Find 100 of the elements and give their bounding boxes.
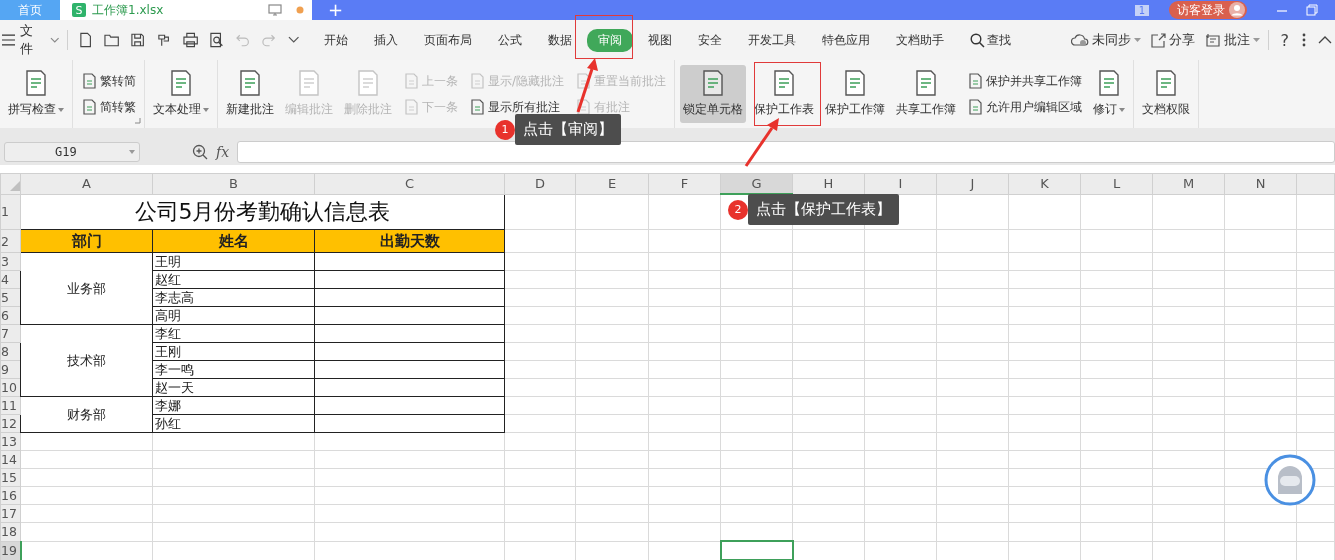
zoom-icon[interactable] xyxy=(192,143,208,160)
cloud-icon xyxy=(1070,33,1089,47)
file-menu[interactable]: 文件 xyxy=(20,22,46,58)
document-icon xyxy=(469,73,485,89)
column-header[interactable]: B xyxy=(152,173,315,194)
table-cell: 赵红 xyxy=(152,270,315,289)
column-header[interactable]: I xyxy=(864,173,937,194)
share-button[interactable]: 分享 xyxy=(1150,31,1195,49)
sync-button[interactable]: 未同步 xyxy=(1070,31,1141,49)
menu-icon[interactable] xyxy=(2,34,16,46)
format-painter-icon[interactable] xyxy=(156,32,172,48)
print-icon[interactable] xyxy=(182,32,198,48)
column-header[interactable]: L xyxy=(1080,173,1153,194)
collapse-icon[interactable] xyxy=(1318,36,1332,44)
ribbon-button[interactable]: 简转繁 xyxy=(78,95,139,119)
avatar-icon xyxy=(1229,2,1245,18)
document-icon xyxy=(81,73,97,89)
caret-icon xyxy=(129,149,135,154)
table-cell: 王刚 xyxy=(152,342,315,361)
caret-icon xyxy=(1252,38,1260,42)
unsaved-dot-icon xyxy=(296,6,304,14)
new-file-icon[interactable] xyxy=(77,32,93,48)
ribbon-button[interactable]: 保护工作簿 xyxy=(822,65,889,123)
chevron-down-icon[interactable] xyxy=(50,37,60,43)
table-cell: 李一鸣 xyxy=(152,360,315,379)
column-header[interactable]: A xyxy=(20,173,153,194)
name-box[interactable]: G19 xyxy=(4,141,140,162)
login-button[interactable]: 访客登录 xyxy=(1169,1,1247,19)
monitor-icon[interactable] xyxy=(268,4,282,16)
ribbon-tab[interactable]: 开始 xyxy=(313,28,359,52)
ribbon-tab[interactable]: 插入 xyxy=(363,28,409,52)
find-button[interactable]: 查找 xyxy=(959,28,1022,52)
row-header[interactable]: 1 xyxy=(0,194,21,230)
table-cell: 高明 xyxy=(152,306,315,325)
folder-icon[interactable] xyxy=(103,32,120,48)
ribbon-button[interactable]: 锁定单元格 xyxy=(680,65,747,123)
spreadsheet-logo: S xyxy=(72,3,86,17)
ribbon-tab[interactable]: 页面布局 xyxy=(413,28,483,52)
table-cell: 孙红 xyxy=(152,414,315,433)
column-header[interactable]: N xyxy=(1224,173,1297,194)
caret-icon xyxy=(1133,38,1141,42)
ribbon-button[interactable]: 文本处理 xyxy=(150,65,212,123)
ribbon-button[interactable]: 保护并共享工作簿 xyxy=(964,69,1086,93)
print-preview-icon[interactable] xyxy=(208,32,225,48)
chevron-down-icon[interactable] xyxy=(287,36,300,44)
ribbon-button[interactable]: 文档权限 xyxy=(1139,65,1194,123)
ribbon-tab[interactable]: 特色应用 xyxy=(811,28,881,52)
document-icon xyxy=(168,69,194,97)
table-cell: 赵一天 xyxy=(152,378,315,397)
table-cell: 李红 xyxy=(152,324,315,343)
help-button[interactable]: ? xyxy=(1276,30,1293,50)
column-header[interactable]: K xyxy=(1008,173,1081,194)
column-heading-cell: 部门 xyxy=(20,229,153,253)
document-icon xyxy=(469,99,485,115)
column-header[interactable]: D xyxy=(504,173,576,194)
formula-input[interactable] xyxy=(237,140,1335,163)
restore-icon[interactable] xyxy=(1305,3,1319,17)
assistant-icon[interactable] xyxy=(1264,454,1316,506)
ribbon-tab[interactable]: 文档助手 xyxy=(885,28,955,52)
column-header[interactable]: C xyxy=(314,173,505,194)
table-cell: 李志高 xyxy=(152,288,315,307)
column-header[interactable]: J xyxy=(936,173,1009,194)
ribbon-tab[interactable]: 开发工具 xyxy=(737,28,807,52)
document-icon xyxy=(355,69,381,97)
ribbon-button[interactable]: 繁转简 xyxy=(78,69,139,93)
more-icon[interactable] xyxy=(1302,33,1306,47)
step-number-badge: 2 xyxy=(728,199,748,220)
document-icon xyxy=(575,99,592,115)
row-header[interactable]: 2 xyxy=(0,229,21,253)
column-heading-cell: 姓名 xyxy=(152,229,315,253)
column-header[interactable]: M xyxy=(1152,173,1225,194)
table-title: 公司5月份考勤确认信息表 xyxy=(20,194,505,230)
document-tab[interactable]: S 工作簿1.xlsx xyxy=(60,0,312,20)
column-header[interactable]: E xyxy=(575,173,649,194)
selected-cell[interactable] xyxy=(720,541,793,560)
save-icon[interactable] xyxy=(130,32,146,48)
table-cell: 王明 xyxy=(152,252,315,271)
ribbon-button[interactable]: 允许用户编辑区域 xyxy=(964,95,1086,119)
comment-button[interactable]: 批注 xyxy=(1204,31,1260,49)
ribbon-tab[interactable]: 数据 xyxy=(537,28,583,52)
function-button[interactable]: fx xyxy=(216,143,230,160)
ribbon-button[interactable]: 保护工作表 xyxy=(751,65,818,123)
tab-title: 工作簿1.xlsx xyxy=(92,1,165,19)
column-heading-cell: 出勤天数 xyxy=(314,229,505,253)
document-icon xyxy=(967,99,984,115)
document-icon xyxy=(403,73,419,89)
new-tab-button[interactable]: + xyxy=(328,0,344,20)
ribbon-button[interactable]: 新建批注 xyxy=(223,65,277,123)
document-icon xyxy=(237,69,263,97)
comment-icon xyxy=(1204,32,1221,48)
ribbon-button[interactable]: 拼写检查 xyxy=(5,65,67,123)
search-icon xyxy=(970,32,985,48)
ribbon-button[interactable]: 修订 xyxy=(1090,65,1129,123)
ribbon-tab[interactable]: 公式 xyxy=(487,28,533,52)
ribbon-tab[interactable]: 视图 xyxy=(637,28,683,52)
column-header[interactable]: H xyxy=(792,173,865,194)
ribbon-button[interactable]: 共享工作簿 xyxy=(893,65,960,123)
column-header[interactable]: G xyxy=(720,173,793,194)
column-header[interactable]: F xyxy=(648,173,721,194)
ribbon-tab[interactable]: 安全 xyxy=(687,28,733,52)
